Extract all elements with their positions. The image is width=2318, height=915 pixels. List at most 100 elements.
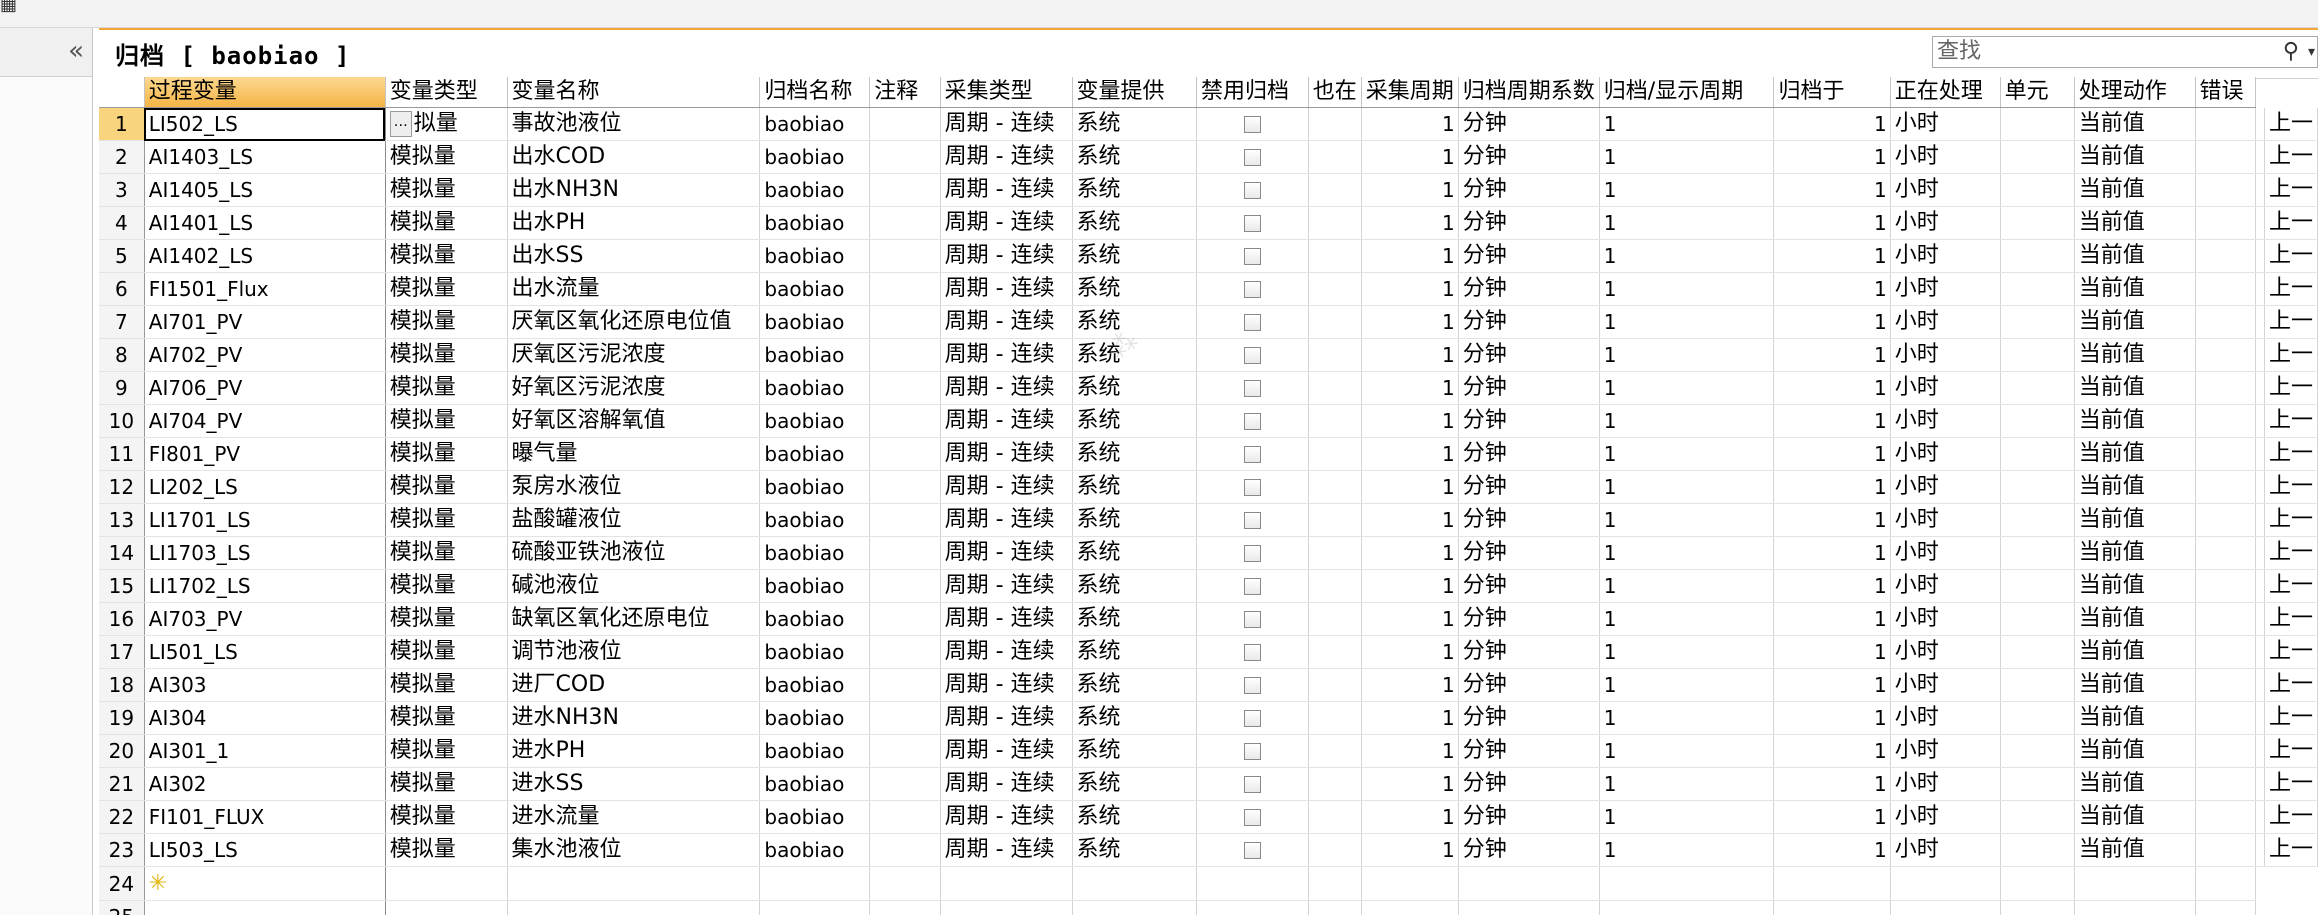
archive-cycle-factor-cell[interactable]: 1 (1599, 107, 1775, 141)
row-number[interactable]: 5 (99, 239, 145, 273)
variable-provider-cell[interactable]: 系统 (1072, 338, 1198, 372)
disable-archive-checkbox[interactable] (1243, 511, 1261, 529)
variable-name-cell[interactable]: 出水COD (507, 140, 761, 174)
unit-cell[interactable] (2195, 470, 2256, 504)
display-cycle-number[interactable]: 1 (1773, 371, 1891, 405)
display-cycle-number[interactable]: 1 (1773, 800, 1891, 834)
also-in-cell[interactable] (1308, 800, 1362, 834)
row-number[interactable]: 13 (99, 503, 145, 537)
disable-archive-checkbox[interactable] (1243, 313, 1261, 331)
acquisition-type-cell[interactable]: 周期 - 连续 (940, 371, 1073, 405)
variable-type-cell[interactable]: 模拟量 (385, 503, 508, 537)
archive-name-cell[interactable]: baobiao (759, 371, 871, 405)
empty-cell[interactable] (1773, 900, 1891, 915)
process-variable-cell[interactable]: LI1702_LS (144, 569, 386, 603)
archive-at-cell[interactable] (2000, 503, 2075, 537)
display-cycle-unit[interactable]: 小时 (1890, 305, 2001, 339)
search-icon[interactable]: ⚲ (2283, 37, 2299, 67)
processing-cell[interactable]: 当前值 (2074, 206, 2196, 240)
empty-cell[interactable] (1072, 900, 1198, 915)
action-cell[interactable] (2255, 107, 2265, 141)
empty-cell[interactable] (385, 900, 508, 915)
variable-provider-cell[interactable]: 系统 (1072, 371, 1198, 405)
disable-archive-checkbox[interactable] (1243, 379, 1261, 397)
process-variable-cell[interactable]: AI1403_LS (144, 140, 386, 174)
archive-cycle-factor-cell[interactable]: 1 (1599, 800, 1775, 834)
process-variable-cell[interactable]: AI304 (144, 701, 386, 735)
archive-at-cell[interactable] (2000, 833, 2075, 867)
variable-name-cell[interactable]: 进厂COD (507, 668, 761, 702)
variable-provider-cell[interactable]: 系统 (1072, 536, 1198, 570)
acquisition-type-cell[interactable]: 周期 - 连续 (940, 305, 1073, 339)
action-cell[interactable] (2255, 239, 2265, 273)
error-cell[interactable]: 上一 (2264, 734, 2318, 768)
variable-type-cell[interactable]: 模拟量 (385, 470, 508, 504)
empty-cell[interactable] (1599, 866, 1775, 901)
acquisition-cycle-number[interactable]: 1 (1361, 404, 1459, 438)
empty-cell[interactable] (759, 900, 871, 915)
row-number[interactable]: 20 (99, 734, 145, 768)
table-row[interactable]: 13 LI1701_LS 模拟量 盐酸罐液位 baobiao 周期 - 连续 系统 1 分钟 1 1… (99, 503, 2318, 537)
variable-type-cell[interactable]: 模拟量 (385, 173, 508, 207)
disable-archive-checkbox[interactable] (1243, 412, 1261, 430)
acquisition-type-cell[interactable]: 周期 - 连续 (940, 140, 1073, 174)
column-header[interactable]: 变量提供 (1072, 77, 1198, 108)
error-cell[interactable]: 上一 (2264, 305, 2318, 339)
acquisition-type-cell[interactable]: 周期 - 连续 (940, 107, 1073, 141)
display-cycle-number[interactable]: 1 (1773, 602, 1891, 636)
process-variable-cell[interactable]: LI1703_LS (144, 536, 386, 570)
comment-cell[interactable] (869, 536, 941, 570)
empty-cell[interactable] (2000, 866, 2075, 901)
action-cell[interactable] (2255, 404, 2265, 438)
process-variable-cell[interactable]: FI1501_Flux (144, 272, 386, 306)
also-in-cell[interactable] (1308, 206, 1362, 240)
table-row[interactable]: 15 LI1702_LS 模拟量 碱池液位 baobiao 周期 - 连续 系统 1 分钟 1 1 小… (99, 569, 2318, 603)
variable-name-cell[interactable]: 出水PH (507, 206, 761, 240)
empty-cell[interactable] (385, 866, 508, 901)
disable-archive-checkbox[interactable] (1243, 544, 1261, 562)
process-variable-cell[interactable]: AI701_PV (144, 305, 386, 339)
also-in-cell[interactable] (1308, 602, 1362, 636)
disable-archive-checkbox[interactable] (1243, 577, 1261, 595)
archive-at-cell[interactable] (2000, 701, 2075, 735)
acquisition-cycle-number[interactable]: 1 (1361, 701, 1459, 735)
acquisition-cycle-unit[interactable]: 分钟 (1458, 833, 1600, 867)
variable-provider-cell[interactable]: 系统 (1072, 833, 1198, 867)
variable-provider-cell[interactable]: 系统 (1072, 569, 1198, 603)
error-cell[interactable]: 上一 (2264, 800, 2318, 834)
archive-name-cell[interactable]: baobiao (759, 767, 871, 801)
comment-cell[interactable] (869, 668, 941, 702)
acquisition-cycle-number[interactable]: 1 (1361, 140, 1459, 174)
empty-cell[interactable] (1361, 900, 1459, 915)
table-row[interactable]: 19 AI304 模拟量 进水NH3N baobiao 周期 - 连续 系统 1 分钟 1 1 小时当… (99, 701, 2318, 735)
archive-cycle-factor-cell[interactable]: 1 (1599, 503, 1775, 537)
also-in-cell[interactable] (1308, 404, 1362, 438)
also-in-cell[interactable] (1308, 734, 1362, 768)
variable-type-cell[interactable]: 模拟量 (385, 305, 508, 339)
processing-cell[interactable]: 当前值 (2074, 437, 2196, 471)
display-cycle-unit[interactable]: 小时 (1890, 107, 2001, 141)
error-cell[interactable]: 上一 (2264, 569, 2318, 603)
processing-cell[interactable]: 当前值 (2074, 701, 2196, 735)
comment-cell[interactable] (869, 503, 941, 537)
unit-cell[interactable] (2195, 140, 2256, 174)
archive-cycle-factor-cell[interactable]: 1 (1599, 173, 1775, 207)
display-cycle-number[interactable]: 1 (1773, 767, 1891, 801)
processing-cell[interactable]: 当前值 (2074, 569, 2196, 603)
display-cycle-unit[interactable]: 小时 (1890, 800, 2001, 834)
display-cycle-number[interactable]: 1 (1773, 239, 1891, 273)
archive-name-cell[interactable]: baobiao (759, 140, 871, 174)
acquisition-cycle-number[interactable]: 1 (1361, 536, 1459, 570)
also-in-cell[interactable] (1308, 305, 1362, 339)
display-cycle-unit[interactable]: 小时 (1890, 338, 2001, 372)
comment-cell[interactable] (869, 602, 941, 636)
archive-at-cell[interactable] (2000, 767, 2075, 801)
acquisition-cycle-unit[interactable]: 分钟 (1458, 239, 1600, 273)
variable-type-cell[interactable]: 模拟量 (385, 338, 508, 372)
disable-archive-checkbox[interactable] (1243, 478, 1261, 496)
disable-archive-cell[interactable] (1196, 305, 1309, 339)
acquisition-type-cell[interactable]: 周期 - 连续 (940, 536, 1073, 570)
column-header[interactable]: 采集类型 (940, 77, 1073, 108)
acquisition-cycle-number[interactable]: 1 (1361, 734, 1459, 768)
processing-cell[interactable]: 当前值 (2074, 371, 2196, 405)
